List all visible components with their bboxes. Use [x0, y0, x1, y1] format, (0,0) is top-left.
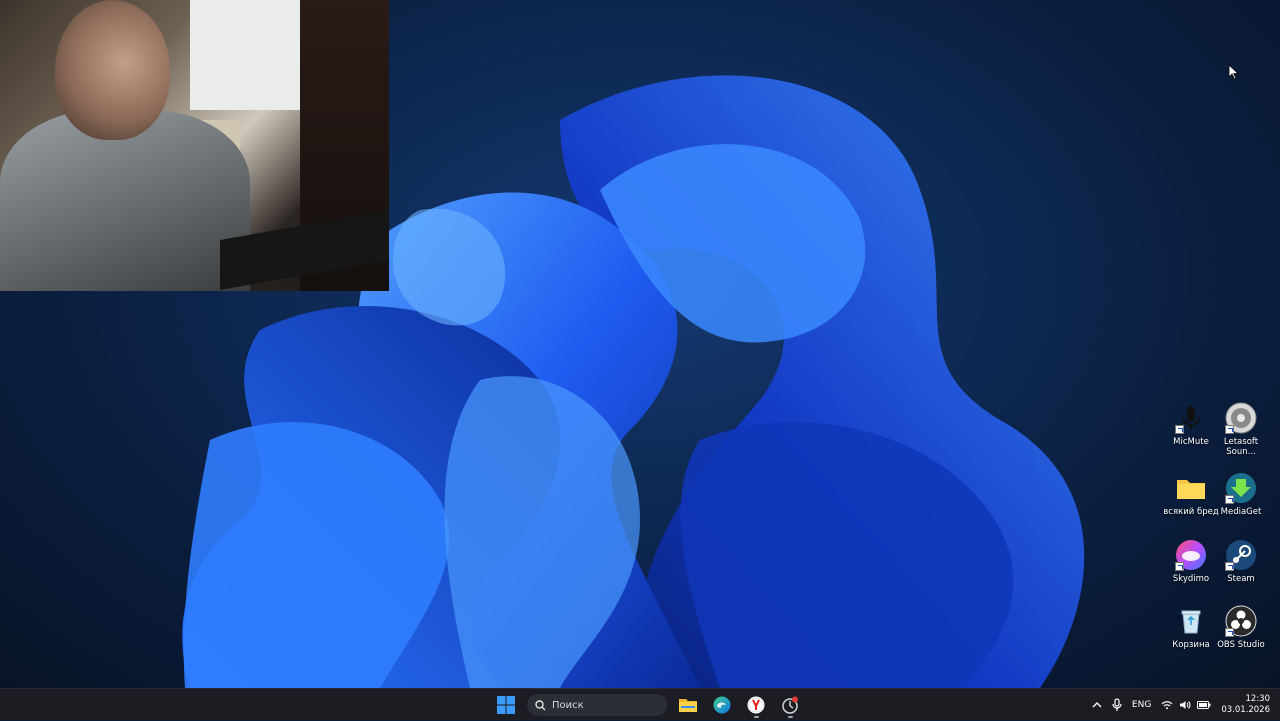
shortcut-arrow-icon	[1175, 562, 1184, 571]
tray-clock[interactable]: 12:30 03.01.2026	[1221, 694, 1270, 716]
skydimo-icon	[1175, 539, 1207, 571]
clock-time: 12:30	[1245, 694, 1271, 704]
tray-language[interactable]: ENG	[1132, 700, 1151, 710]
app-with-badge-icon	[782, 696, 798, 714]
edge-icon	[713, 696, 731, 714]
download-icon	[1225, 472, 1257, 504]
desktop-icon-grid: MicMute Letasoft Soun... всякий бред Med…	[1162, 402, 1280, 662]
mouse-cursor-icon	[1228, 64, 1240, 80]
shortcut-arrow-icon	[1225, 425, 1234, 434]
taskbar-app-badged[interactable]	[777, 692, 803, 718]
search-placeholder: Поиск	[552, 699, 584, 711]
desktop-icon-steam[interactable]: Steam	[1212, 539, 1270, 584]
desktop-icon-label: всякий бред	[1163, 507, 1219, 517]
running-indicator	[754, 716, 759, 718]
desktop-icon-mediaget[interactable]: MediaGet	[1212, 472, 1270, 517]
shortcut-arrow-icon	[1225, 628, 1234, 637]
tray-overflow-chevron[interactable]	[1092, 701, 1102, 709]
taskbar-app-yandex-browser[interactable]	[743, 692, 769, 718]
system-tray: ENG 12:30 03.01.2026	[1092, 689, 1280, 721]
shortcut-arrow-icon	[1175, 425, 1184, 434]
desktop-icon-label: Steam	[1227, 574, 1255, 584]
shortcut-arrow-icon	[1225, 495, 1234, 504]
yandex-browser-icon	[747, 696, 765, 714]
webcam-person-head	[55, 0, 170, 140]
obs-icon	[1225, 605, 1257, 637]
taskbar-center: Поиск	[493, 689, 803, 721]
desktop[interactable]: MicMute Letasoft Soun... всякий бред Med…	[0, 0, 1280, 688]
microphone-icon	[1175, 402, 1207, 434]
tray-quick-settings[interactable]	[1161, 700, 1211, 710]
desktop-icon-obs[interactable]: OBS Studio	[1212, 605, 1270, 650]
desktop-icon-label: Корзина	[1172, 640, 1210, 650]
file-explorer-icon	[679, 699, 697, 712]
taskbar: Поиск ENG 12:30 03.01.2026	[0, 688, 1280, 720]
recycle-bin-icon	[1175, 605, 1207, 637]
desktop-icon-label: Letasoft Soun...	[1223, 437, 1259, 457]
webcam-overlay	[0, 0, 389, 291]
running-indicator	[788, 716, 793, 718]
wifi-icon	[1161, 701, 1173, 710]
desktop-icon-label: MediaGet	[1220, 507, 1262, 517]
steam-icon	[1225, 539, 1257, 571]
battery-icon	[1197, 701, 1211, 709]
webcam-window-light	[190, 0, 310, 110]
start-button[interactable]	[493, 692, 519, 718]
chevron-up-icon	[1092, 702, 1102, 708]
shortcut-arrow-icon	[1225, 562, 1234, 571]
desktop-icon-label: Skydimo	[1172, 574, 1210, 584]
clock-date: 03.01.2026	[1221, 705, 1270, 715]
desktop-icon-letasoft[interactable]: Letasoft Soun...	[1212, 402, 1270, 457]
desktop-icon-label: OBS Studio	[1217, 640, 1265, 650]
tray-microphone[interactable]	[1112, 698, 1122, 712]
windows-logo-icon	[497, 696, 515, 714]
taskbar-app-file-explorer[interactable]	[675, 692, 701, 718]
speaker-icon	[1225, 402, 1257, 434]
volume-icon	[1180, 701, 1191, 709]
taskbar-search[interactable]: Поиск	[527, 694, 667, 716]
taskbar-app-edge[interactable]	[709, 692, 735, 718]
search-icon	[535, 699, 546, 710]
desktop-icon-label: MicMute	[1173, 437, 1209, 447]
microphone-icon	[1112, 698, 1122, 711]
folder-icon	[1175, 472, 1207, 504]
